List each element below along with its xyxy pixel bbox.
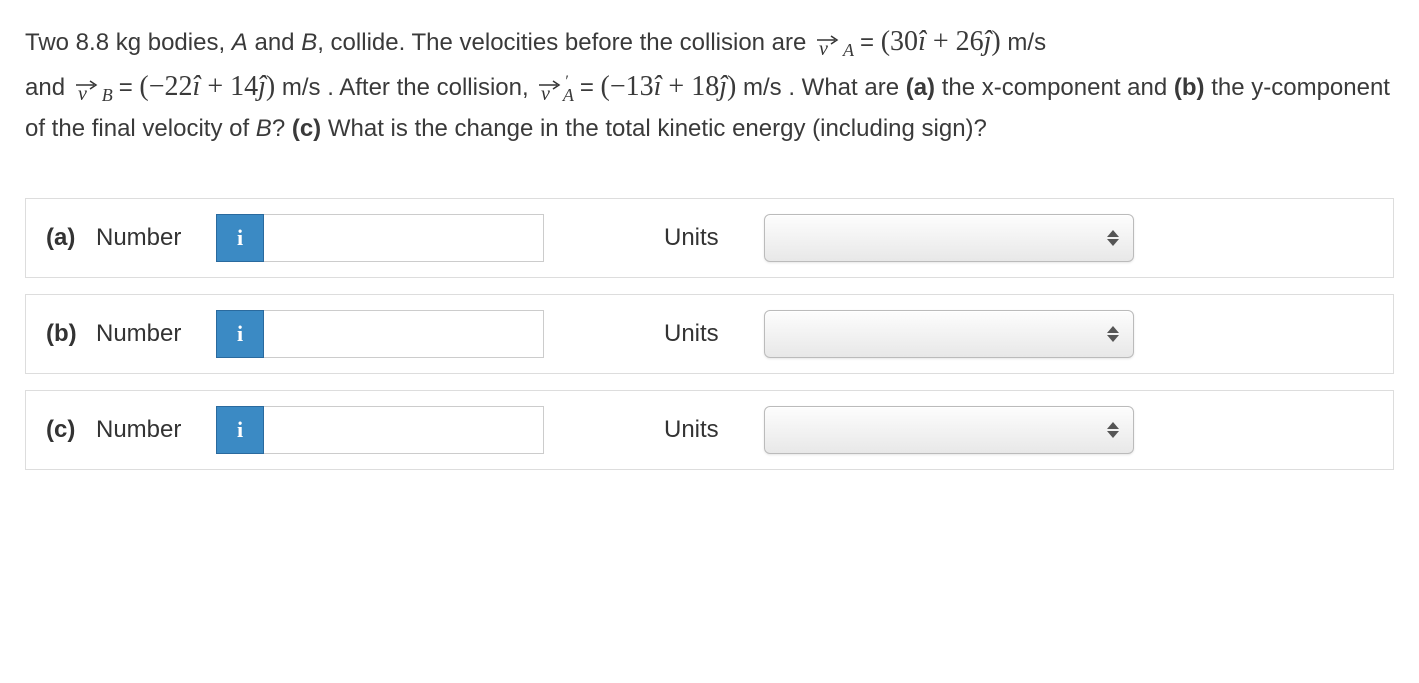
vector-vA-prime: v′A <box>535 75 580 101</box>
body-B: B <box>301 29 317 56</box>
part-c-q: What is the change in the total kinetic … <box>321 115 987 142</box>
vAp-equals: = <box>580 74 601 101</box>
ms3: m/s <box>743 74 788 101</box>
vector-vB: vB <box>72 75 119 101</box>
info-button[interactable]: i <box>216 310 264 358</box>
vector-vA: vA <box>813 30 860 56</box>
vB-equals: = <box>119 74 140 101</box>
select-arrows-icon <box>1107 422 1119 438</box>
select-arrows-icon <box>1107 230 1119 246</box>
ms1: m/s <box>1007 29 1046 56</box>
row-part-label: (b) <box>46 320 82 348</box>
row-number-label: Number <box>96 416 196 444</box>
units-select-c[interactable] <box>764 406 1134 454</box>
part-b-label: (b) <box>1174 74 1205 101</box>
collide-text: , collide. The velocities before the col… <box>317 29 813 56</box>
info-icon: i <box>237 321 243 347</box>
svg-text:v: v <box>819 38 828 56</box>
row-number-label: Number <box>96 224 196 252</box>
and1: and <box>248 29 301 56</box>
input-group-a: i <box>216 214 544 262</box>
input-group-b: i <box>216 310 544 358</box>
info-button[interactable]: i <box>216 406 264 454</box>
after-text: . After the collision, <box>327 74 535 101</box>
svg-text:v: v <box>78 83 87 101</box>
ms2: m/s <box>282 74 327 101</box>
units-select-b[interactable] <box>764 310 1134 358</box>
number-input-c[interactable] <box>264 406 544 454</box>
units-label: Units <box>664 416 734 444</box>
row-number-label: Number <box>96 320 196 348</box>
part-c-text: ? <box>272 115 292 142</box>
body-B2: B <box>256 115 272 142</box>
units-select-a[interactable] <box>764 214 1134 262</box>
row-part-label: (c) <box>46 416 82 444</box>
number-input-a[interactable] <box>264 214 544 262</box>
vA-expression: (30î + 26ĵ) <box>881 26 1001 57</box>
problem-part1: Two 8.8 kg bodies, <box>25 29 232 56</box>
problem-text: Two 8.8 kg bodies, A and B, collide. The… <box>25 20 1394 148</box>
info-icon: i <box>237 225 243 251</box>
info-button[interactable]: i <box>216 214 264 262</box>
vector-arrow-icon: v <box>535 77 565 101</box>
vAp-expression: (−13î + 18ĵ) <box>601 71 737 102</box>
q-text: . What are <box>788 74 905 101</box>
and2: and <box>25 74 72 101</box>
select-arrows-icon <box>1107 326 1119 342</box>
svg-text:v: v <box>541 83 550 101</box>
row-part-label: (a) <box>46 224 82 252</box>
part-c-label: (c) <box>292 115 321 142</box>
answer-row-c: (c) Number i Units <box>25 390 1394 470</box>
part-a-text: the x-component and <box>935 74 1174 101</box>
units-label: Units <box>664 224 734 252</box>
answer-row-a: (a) Number i Units <box>25 198 1394 278</box>
answer-row-b: (b) Number i Units <box>25 294 1394 374</box>
input-group-c: i <box>216 406 544 454</box>
part-a-label: (a) <box>906 74 935 101</box>
vector-arrow-icon: v <box>72 77 102 101</box>
number-input-b[interactable] <box>264 310 544 358</box>
vA-equals: = <box>860 29 881 56</box>
units-label: Units <box>664 320 734 348</box>
info-icon: i <box>237 417 243 443</box>
vector-arrow-icon: v <box>813 32 843 56</box>
body-A: A <box>232 29 248 56</box>
vB-expression: (−22î + 14ĵ) <box>139 71 275 102</box>
